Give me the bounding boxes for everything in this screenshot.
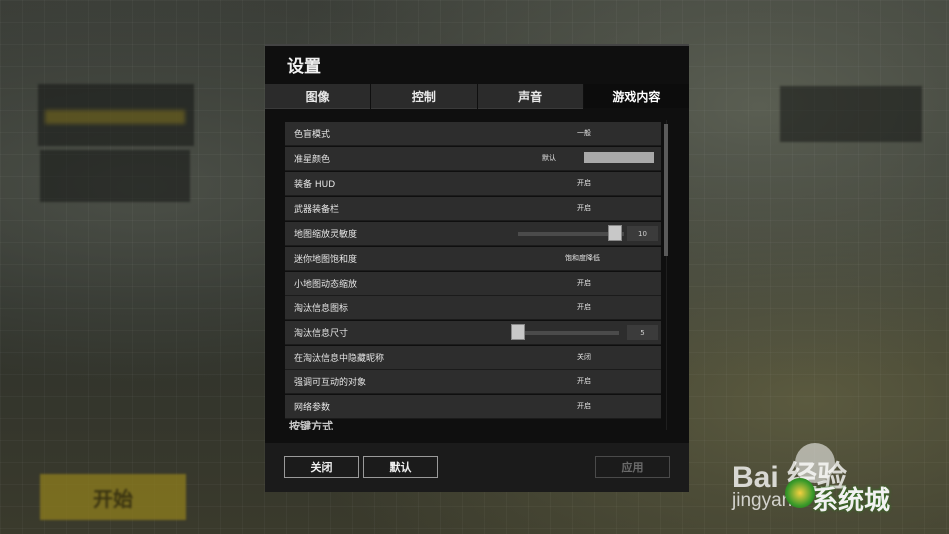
setting-label: 小地图动态缩放 <box>294 280 358 290</box>
background-panel <box>780 86 922 142</box>
setting-row-kill-feed-size[interactable]: 淘汰信息尺寸 5 <box>285 321 661 345</box>
setting-label: 色盲模式 <box>294 130 331 140</box>
watermark-url: jingyan <box>732 490 793 511</box>
setting-label: 武器装备栏 <box>294 205 340 215</box>
setting-label: 网络参数 <box>294 403 331 413</box>
setting-row-equipment-hud[interactable]: 装备 HUD 开启 <box>285 172 661 196</box>
setting-row-weapon-bar[interactable]: 武器装备栏 开启 <box>285 197 661 221</box>
dialog-top-border <box>265 44 689 46</box>
site-logo-icon <box>785 478 815 508</box>
tab-graphics[interactable]: 图像 <box>265 84 371 109</box>
apply-button[interactable]: 应用 <box>595 456 670 478</box>
setting-row-minimap-saturation[interactable]: 迷你地图饱和度 饱和度降低 <box>285 247 661 271</box>
setting-label: 淘汰信息尺寸 <box>294 329 349 339</box>
close-button[interactable]: 关闭 <box>284 456 359 478</box>
setting-row-minimap-dynamic-zoom[interactable]: 小地图动态缩放 开启 <box>285 272 661 296</box>
setting-label: 淘汰信息图标 <box>294 304 349 314</box>
settings-tabs: 图像 控制 声音 游戏内容 <box>265 84 689 109</box>
setting-row-colorblind[interactable]: 色盲模式 一般 <box>285 122 661 146</box>
setting-label: 在淘汰信息中隐藏昵称 <box>294 354 385 364</box>
settings-dialog: 设置 图像 控制 声音 游戏内容 色盲模式 一般 准星颜色 默认 装备 HUD … <box>265 44 689 492</box>
slider-handle[interactable] <box>511 324 525 340</box>
background-start-button: 开始 <box>40 474 186 520</box>
scrollbar-thumb[interactable] <box>664 124 668 256</box>
setting-value[interactable]: 关闭 <box>577 352 591 362</box>
tab-gameplay[interactable]: 游戏内容 <box>583 84 689 108</box>
setting-row-map-zoom-sensitivity[interactable]: 地图缩放灵敏度 10 <box>285 222 661 246</box>
slider-handle[interactable] <box>608 225 623 241</box>
default-button[interactable]: 默认 <box>363 456 438 478</box>
background-highlight <box>45 110 185 124</box>
setting-value[interactable]: 开启 <box>577 203 591 213</box>
slider-track[interactable] <box>511 331 619 335</box>
setting-label: 强调可互动的对象 <box>294 378 367 388</box>
watermark-site: 系统城 <box>812 486 891 516</box>
setting-label: 地图缩放灵敏度 <box>294 230 358 240</box>
section-heading-key-bindings: 按键方式 <box>289 420 333 430</box>
setting-row-network-params[interactable]: 网络参数 开启 <box>285 395 661 419</box>
setting-value[interactable]: 开启 <box>577 178 591 188</box>
settings-list: 色盲模式 一般 准星颜色 默认 装备 HUD 开启 武器装备栏 开启 地图缩放灵… <box>285 118 669 430</box>
background-panel <box>40 150 190 202</box>
setting-value[interactable]: 开启 <box>577 376 591 386</box>
setting-label: 准星颜色 <box>294 155 331 165</box>
dialog-footer: 关闭 默认 应用 <box>265 443 689 492</box>
setting-value[interactable]: 饱和度降低 <box>565 253 600 263</box>
setting-label: 迷你地图饱和度 <box>294 255 358 265</box>
setting-value[interactable]: 开启 <box>577 302 591 312</box>
tab-controls[interactable]: 控制 <box>371 84 477 109</box>
dialog-title: 设置 <box>287 57 321 77</box>
color-swatch[interactable] <box>584 152 654 163</box>
setting-row-crosshair-color[interactable]: 准星颜色 默认 <box>285 147 661 171</box>
tab-sound[interactable]: 声音 <box>477 84 583 109</box>
slider-value-box[interactable]: 5 <box>627 325 658 340</box>
setting-row-kill-feed-icon[interactable]: 淘汰信息图标 开启 <box>285 296 661 320</box>
setting-value[interactable]: 一般 <box>577 128 591 138</box>
setting-row-hide-nickname[interactable]: 在淘汰信息中隐藏昵称 关闭 <box>285 346 661 370</box>
setting-value[interactable]: 默认 <box>542 153 556 163</box>
setting-value[interactable]: 开启 <box>577 278 591 288</box>
setting-label: 装备 HUD <box>294 180 336 190</box>
setting-row-highlight-interactables[interactable]: 强调可互动的对象 开启 <box>285 370 661 394</box>
slider-value-box[interactable]: 10 <box>627 226 658 241</box>
setting-value[interactable]: 开启 <box>577 401 591 411</box>
